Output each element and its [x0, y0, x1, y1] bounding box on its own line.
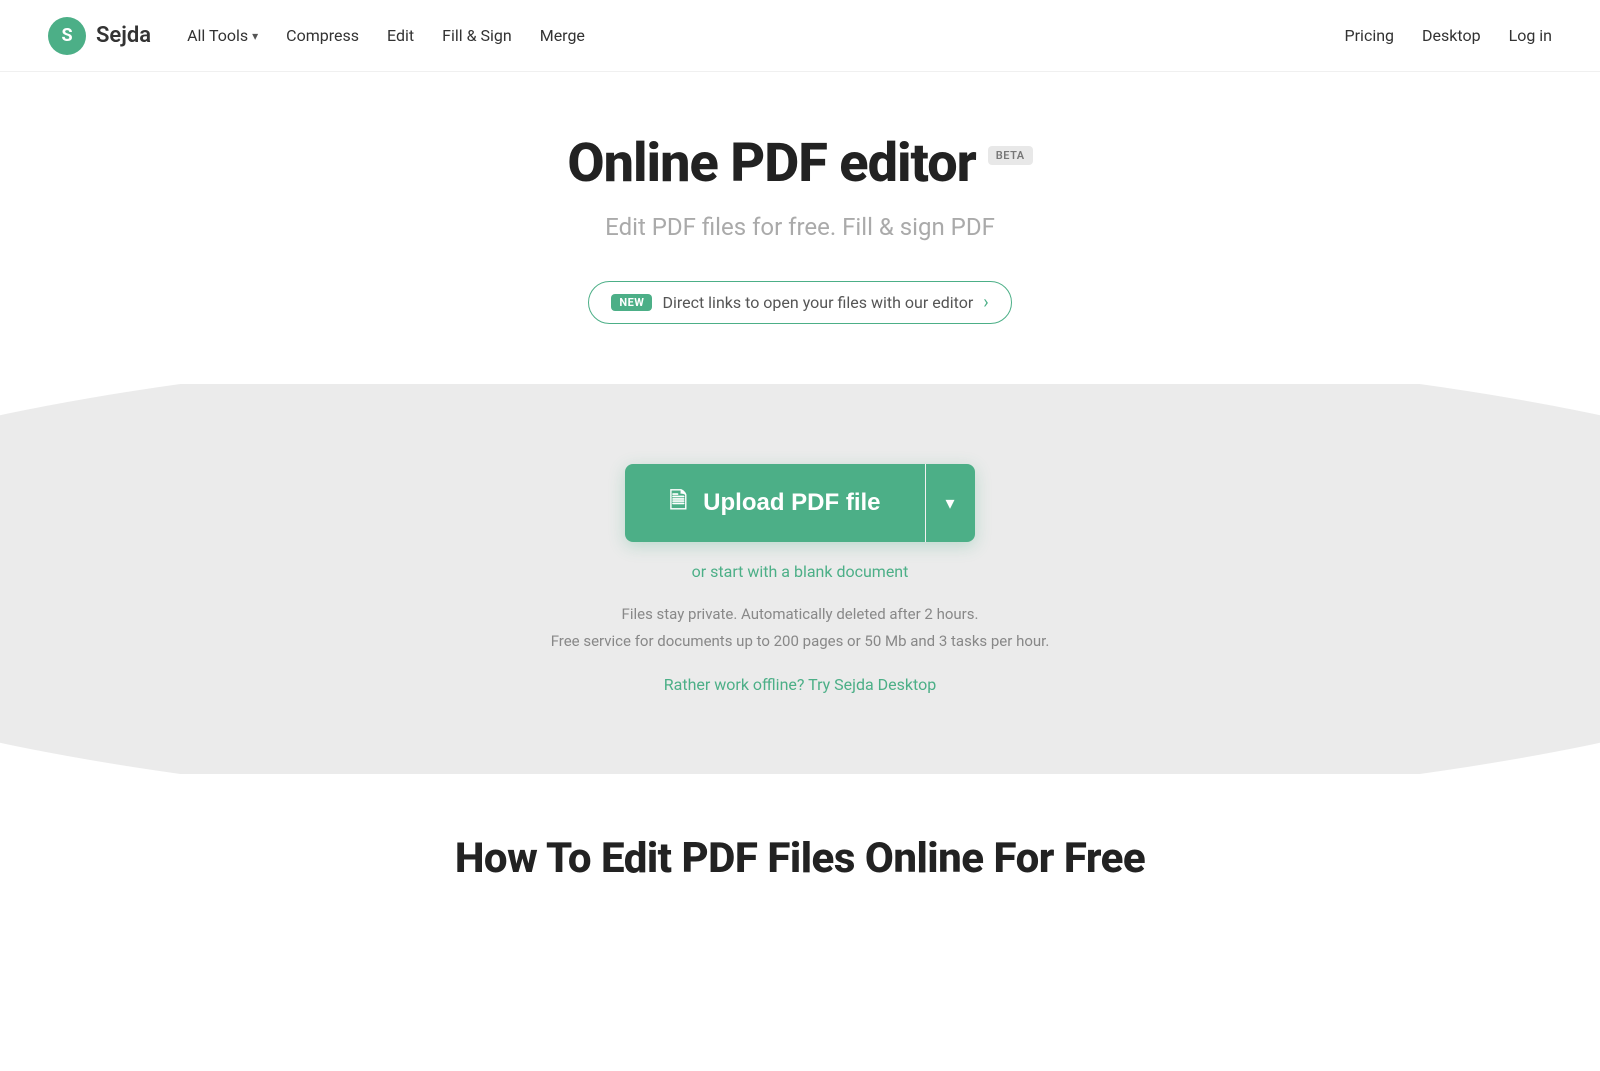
hero-subtitle: Edit PDF files for free. Fill & sign PDF [20, 213, 1580, 241]
logo-icon: S [48, 17, 86, 55]
new-banner-arrow-icon: › [983, 292, 988, 313]
offline-link[interactable]: Rather work offline? Try Sejda Desktop [664, 675, 936, 694]
new-tag: NEW [611, 294, 652, 311]
fill-sign-nav-item[interactable]: Fill & Sign [442, 26, 512, 45]
new-banner[interactable]: NEW Direct links to open your files with… [588, 281, 1011, 324]
upload-file-icon: 🗎 [669, 484, 687, 522]
wave-section: 🗎 Upload PDF file ▾ or start with a blan… [0, 384, 1600, 774]
upload-button-group: 🗎 Upload PDF file ▾ [625, 464, 974, 542]
navbar: S Sejda All Tools ▾ Compress Edit Fill &… [0, 0, 1600, 72]
upload-pdf-button[interactable]: 🗎 Upload PDF file [625, 464, 924, 542]
logo-name: Sejda [96, 23, 151, 48]
files-info: Files stay private. Automatically delete… [551, 601, 1050, 655]
nav-right: Pricing Desktop Log in [1345, 26, 1552, 45]
pricing-nav-item[interactable]: Pricing [1345, 26, 1395, 45]
all-tools-nav-item[interactable]: All Tools ▾ [187, 26, 258, 45]
edit-nav-item[interactable]: Edit [387, 26, 414, 45]
blank-document-link[interactable]: or start with a blank document [692, 562, 909, 581]
hero-title-wrap: Online PDF editor BETA [20, 132, 1580, 195]
files-info-line1: Files stay private. Automatically delete… [551, 601, 1050, 628]
bottom-section: How To Edit PDF Files Online For Free [0, 774, 1600, 923]
compress-nav-item[interactable]: Compress [286, 26, 359, 45]
desktop-nav-item[interactable]: Desktop [1422, 26, 1481, 45]
dropdown-arrow-icon: ▾ [946, 493, 955, 514]
login-nav-item[interactable]: Log in [1509, 26, 1552, 45]
logo[interactable]: S Sejda [48, 17, 151, 55]
hero-title: Online PDF editor [567, 132, 975, 195]
nav-left: S Sejda All Tools ▾ Compress Edit Fill &… [48, 17, 585, 55]
hero-section: Online PDF editor BETA Edit PDF files fo… [0, 72, 1600, 324]
all-tools-label: All Tools [187, 26, 248, 45]
upload-pdf-label: Upload PDF file [703, 489, 880, 517]
files-info-line2: Free service for documents up to 200 pag… [551, 628, 1050, 655]
wave-content: 🗎 Upload PDF file ▾ or start with a blan… [20, 464, 1580, 694]
merge-nav-item[interactable]: Merge [540, 26, 585, 45]
upload-dropdown-button[interactable]: ▾ [926, 464, 975, 542]
bottom-title: How To Edit PDF Files Online For Free [20, 834, 1580, 883]
nav-links: All Tools ▾ Compress Edit Fill & Sign Me… [187, 26, 585, 45]
chevron-down-icon: ▾ [252, 29, 258, 43]
new-banner-text: Direct links to open your files with our… [662, 293, 973, 312]
beta-badge: BETA [988, 146, 1033, 165]
